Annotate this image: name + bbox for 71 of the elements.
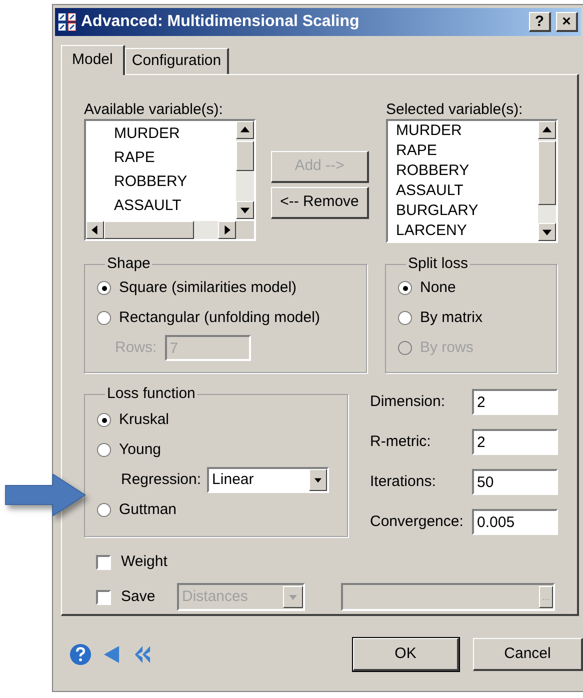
variable-list[interactable]: MURDER RAPE ROBBERY ASSAULT xyxy=(84,119,256,241)
radio-button[interactable] xyxy=(97,281,111,295)
number-field[interactable]: 2 xyxy=(472,389,558,415)
radio-label[interactable]: Kruskal xyxy=(119,408,170,432)
checkbox-label[interactable]: Save xyxy=(121,586,177,608)
number-field[interactable]: 50 xyxy=(472,469,558,495)
radio-button[interactable] xyxy=(97,503,111,517)
help-icon[interactable] xyxy=(69,643,92,666)
vertical-scrollbar[interactable] xyxy=(538,121,556,241)
field-label: Convergence: xyxy=(370,512,464,532)
radio-label[interactable]: By matrix xyxy=(420,306,483,330)
radio-label[interactable]: Square (similarities model) xyxy=(119,276,297,300)
group-title: Loss function xyxy=(106,385,196,403)
radio-label[interactable]: None xyxy=(420,276,456,300)
list-label: Selected variable(s): xyxy=(386,100,524,119)
checkbox-label[interactable]: Weight xyxy=(121,550,168,574)
list-item[interactable]: RAPE xyxy=(114,146,236,170)
radio-label[interactable]: Young xyxy=(119,438,161,462)
list-item[interactable]: LARCENY xyxy=(396,221,538,241)
field-label: R-metric: xyxy=(370,432,432,452)
scroll-thumb[interactable] xyxy=(236,141,254,171)
window-title: Advanced: Multidimensional Scaling xyxy=(81,12,360,32)
scroll-thumb[interactable] xyxy=(104,221,194,239)
field-label: Dimension: xyxy=(370,392,446,412)
number-field[interactable]: 0.005 xyxy=(472,509,558,535)
list-item[interactable]: ROBBERY xyxy=(396,161,538,181)
radio-label[interactable]: Guttman xyxy=(119,498,177,522)
scroll-right-button[interactable] xyxy=(218,221,236,239)
number-field[interactable]: 2 xyxy=(472,429,558,455)
horizontal-scrollbar[interactable] xyxy=(86,221,254,239)
scroll-up-button[interactable] xyxy=(538,121,556,139)
group-title: Split loss xyxy=(407,255,470,273)
radio-button[interactable] xyxy=(97,311,111,325)
list-item[interactable]: MURDER xyxy=(396,121,538,141)
app-icon xyxy=(58,13,76,31)
field-label: Regression: xyxy=(121,470,202,490)
variable-list[interactable]: MURDER RAPE ROBBERY ASSAULT BURGLARY LARCENY xyxy=(386,119,558,243)
scroll-left-button[interactable] xyxy=(86,221,104,239)
rewind-icon[interactable] xyxy=(134,645,151,664)
radio-button[interactable] xyxy=(398,311,412,325)
scroll-thumb[interactable] xyxy=(538,141,556,205)
caret-icon[interactable] xyxy=(309,469,328,491)
list-item[interactable]: ASSAULT xyxy=(114,194,236,218)
list-item[interactable]: BURGLARY xyxy=(396,201,538,221)
list-item[interactable]: MURDER xyxy=(114,122,236,146)
list-item[interactable]: RAPE xyxy=(396,141,538,161)
close-button[interactable]: × xyxy=(556,12,578,32)
radio-button[interactable] xyxy=(97,413,111,427)
scroll-up-button[interactable] xyxy=(236,121,254,139)
help-button[interactable]: ? xyxy=(529,12,551,32)
vertical-scrollbar[interactable] xyxy=(236,121,254,219)
cancel-button[interactable]: Cancel xyxy=(473,638,583,671)
tab[interactable]: Model xyxy=(61,45,125,75)
radio-button[interactable] xyxy=(97,443,111,457)
remove-button[interactable]: <-- Remove xyxy=(271,187,369,219)
ok-button[interactable]: OK xyxy=(353,638,459,671)
radio-label[interactable]: Rectangular (unfolding model) xyxy=(119,306,320,330)
checkbox[interactable] xyxy=(96,590,111,604)
field-label: Iterations: xyxy=(370,472,437,492)
scrollbar-corner xyxy=(236,221,254,239)
scroll-down-button[interactable] xyxy=(538,223,556,241)
scroll-down-button[interactable] xyxy=(236,201,254,219)
radio-button[interactable] xyxy=(398,281,412,295)
list-label: Available variable(s): xyxy=(84,100,224,119)
checkbox[interactable] xyxy=(96,554,111,570)
list-item[interactable]: ASSAULT xyxy=(396,181,538,201)
list-item[interactable]: ROBBERY xyxy=(114,170,236,194)
group-title: Shape xyxy=(106,255,152,273)
regression-dropdown[interactable]: Linear xyxy=(207,467,330,493)
back-icon[interactable] xyxy=(103,645,120,664)
tab[interactable]: Configuration xyxy=(124,48,230,74)
